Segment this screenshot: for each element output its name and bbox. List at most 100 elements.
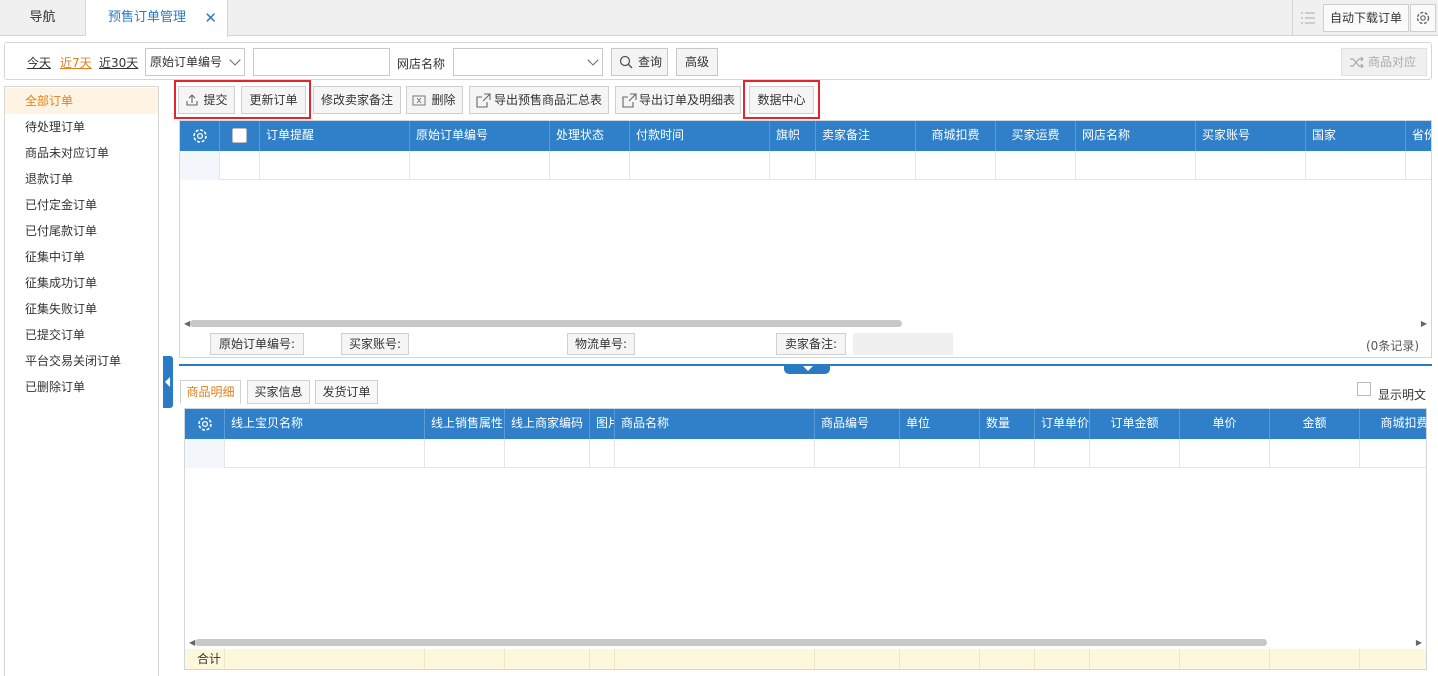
splitter-toggle[interactable] <box>784 364 830 374</box>
column-shop-name[interactable]: 网店名称 <box>1076 121 1196 151</box>
export-orders-detail-button[interactable]: 导出订单及明细表 <box>615 86 741 114</box>
horizontal-scrollbar[interactable]: ◀ ▶ <box>180 318 1431 328</box>
query-button[interactable]: 查询 <box>611 48 668 76</box>
gear-icon <box>197 417 212 431</box>
export-detail-label: 导出订单及明细表 <box>638 93 735 107</box>
sidebar-item-collect-failed[interactable]: 征集失败订单 <box>5 296 158 322</box>
horizontal-scrollbar[interactable]: ◀ ▶ <box>185 637 1426 647</box>
footer-seller-remark[interactable]: 卖家备注: <box>776 333 846 355</box>
filter-bar: 今天 近7天 近30天 原始订单编号 网店名称 查询 高级 商品对应 <box>4 42 1432 80</box>
record-count: (0条记录) <box>1366 339 1419 353</box>
tab-buyer-info[interactable]: 买家信息 <box>247 380 310 404</box>
sidebar-item-all-orders[interactable]: 全部订单 <box>5 88 158 114</box>
column-seller-remark[interactable]: 卖家备注 <box>816 121 916 151</box>
column-province[interactable]: 省份 <box>1406 121 1431 151</box>
edit-seller-remark-button[interactable]: 修改卖家备注 <box>313 86 401 114</box>
filter-last7-link[interactable]: 近7天 <box>60 54 92 71</box>
seller-remark-field[interactable] <box>853 333 953 355</box>
sidebar-item-refund[interactable]: 退款订单 <box>5 166 158 192</box>
column-mall-fee[interactable]: 商城扣费 <box>916 121 996 151</box>
select-all-checkbox[interactable] <box>232 128 247 143</box>
shop-name-select[interactable] <box>453 48 603 76</box>
search-input[interactable] <box>253 48 390 76</box>
column-online-sku-attr[interactable]: 线上销售属性 <box>425 409 505 439</box>
column-buyer-account[interactable]: 买家账号 <box>1196 121 1306 151</box>
column-order-unit-price[interactable]: 订单单价 <box>1035 409 1090 439</box>
show-plaintext-checkbox[interactable] <box>1357 382 1371 396</box>
column-online-merchant-code[interactable]: 线上商家编码 <box>505 409 590 439</box>
column-image[interactable]: 图片 <box>590 409 615 439</box>
export-icon <box>476 93 491 108</box>
column-amount[interactable]: 金额 <box>1270 409 1360 439</box>
column-settings-button[interactable] <box>185 409 225 439</box>
gear-icon <box>192 129 207 143</box>
sidebar-item-deposit-paid[interactable]: 已付定金订单 <box>5 192 158 218</box>
sidebar-item-deleted[interactable]: 已删除订单 <box>5 374 158 400</box>
sidebar-item-unmatched[interactable]: 商品未对应订单 <box>5 140 158 166</box>
footer-buyer-account[interactable]: 买家账号: <box>341 333 409 355</box>
sidebar-item-collecting[interactable]: 征集中订单 <box>5 244 158 270</box>
column-online-item-name[interactable]: 线上宝贝名称 <box>225 409 425 439</box>
delete-button[interactable]: 删除 <box>406 86 463 114</box>
footer-logistics-no[interactable]: 物流单号: <box>567 333 635 355</box>
scrollbar-thumb[interactable] <box>195 639 1267 646</box>
select-all-checkbox-cell <box>220 121 260 151</box>
column-country[interactable]: 国家 <box>1306 121 1406 151</box>
chevron-down-icon <box>587 54 599 66</box>
product-detail-grid: 线上宝贝名称 线上销售属性 线上商家编码 图片 商品名称 商品编号 单位 数量 … <box>184 408 1427 670</box>
export-presale-summary-button[interactable]: 导出预售商品汇总表 <box>469 86 609 114</box>
sidebar-item-closed[interactable]: 平台交易关闭订单 <box>5 348 158 374</box>
highlight-box <box>743 80 820 119</box>
column-quantity[interactable]: 数量 <box>980 409 1035 439</box>
column-order-reminder[interactable]: 订单提醒 <box>260 121 410 151</box>
sidebar-item-collect-success[interactable]: 征集成功订单 <box>5 270 158 296</box>
close-icon[interactable]: ✕ <box>204 0 217 36</box>
tab-bar: 导航 预售订单管理 ✕ 自动下载订单 <box>0 0 1438 37</box>
search-field-select[interactable]: 原始订单编号 <box>145 48 245 76</box>
column-status[interactable]: 处理状态 <box>550 121 630 151</box>
column-product-no[interactable]: 商品编号 <box>815 409 900 439</box>
show-plaintext-label: 显示明文 <box>1378 388 1427 402</box>
list-icon[interactable] <box>1292 0 1322 36</box>
shop-name-label: 网店名称 <box>397 57 446 71</box>
column-payment-time[interactable]: 付款时间 <box>630 121 770 151</box>
gear-icon[interactable] <box>1410 4 1436 32</box>
export-summary-label: 导出预售商品汇总表 <box>493 93 602 107</box>
product-match-label: 商品对应 <box>1368 55 1417 69</box>
sidebar-collapse-handle[interactable] <box>163 356 173 408</box>
filter-today-link[interactable]: 今天 <box>27 54 51 71</box>
order-category-sidebar: 全部订单 待处理订单 商品未对应订单 退款订单 已付定金订单 已付尾款订单 征集… <box>4 86 159 676</box>
column-flag[interactable]: 旗帜 <box>770 121 816 151</box>
column-mall-fee[interactable]: 商城扣费 <box>1360 409 1426 439</box>
orders-grid: 订单提醒 原始订单编号 处理状态 付款时间 旗帜 卖家备注 商城扣费 买家运费 … <box>179 120 1432 358</box>
tab-presale-orders[interactable]: 预售订单管理 ✕ <box>86 0 228 37</box>
shuffle-icon <box>1350 56 1364 69</box>
column-unit[interactable]: 单位 <box>900 409 980 439</box>
table-row <box>185 439 1426 468</box>
sidebar-item-pending[interactable]: 待处理订单 <box>5 114 158 140</box>
sidebar-item-balance-paid[interactable]: 已付尾款订单 <box>5 218 158 244</box>
scrollbar-thumb[interactable] <box>190 320 902 327</box>
product-grid-header: 线上宝贝名称 线上销售属性 线上商家编码 图片 商品名称 商品编号 单位 数量 … <box>185 409 1426 439</box>
query-label: 查询 <box>638 55 663 69</box>
advanced-button[interactable]: 高级 <box>676 48 718 76</box>
search-icon <box>619 55 633 69</box>
tab-product-detail[interactable]: 商品明细 <box>180 380 241 404</box>
column-unit-price[interactable]: 单价 <box>1180 409 1270 439</box>
column-buyer-shipping[interactable]: 买家运费 <box>996 121 1076 151</box>
tab-navigation[interactable]: 导航 <box>0 0 86 36</box>
delete-icon <box>412 95 426 106</box>
footer-original-order-no[interactable]: 原始订单编号: <box>210 333 304 355</box>
filter-last30-link[interactable]: 近30天 <box>99 54 138 71</box>
product-match-button[interactable]: 商品对应 <box>1341 48 1427 76</box>
auto-download-button[interactable]: 自动下载订单 <box>1323 4 1409 32</box>
highlight-box <box>174 80 311 119</box>
sum-label: 合计 <box>185 649 225 669</box>
column-settings-button[interactable] <box>180 121 220 151</box>
column-order-amount[interactable]: 订单金额 <box>1090 409 1180 439</box>
sidebar-item-submitted[interactable]: 已提交订单 <box>5 322 158 348</box>
column-product-name[interactable]: 商品名称 <box>615 409 815 439</box>
column-original-order-no[interactable]: 原始订单编号 <box>410 121 550 151</box>
tab-label: 预售订单管理 <box>108 10 187 25</box>
tab-shipping-orders[interactable]: 发货订单 <box>315 380 378 404</box>
